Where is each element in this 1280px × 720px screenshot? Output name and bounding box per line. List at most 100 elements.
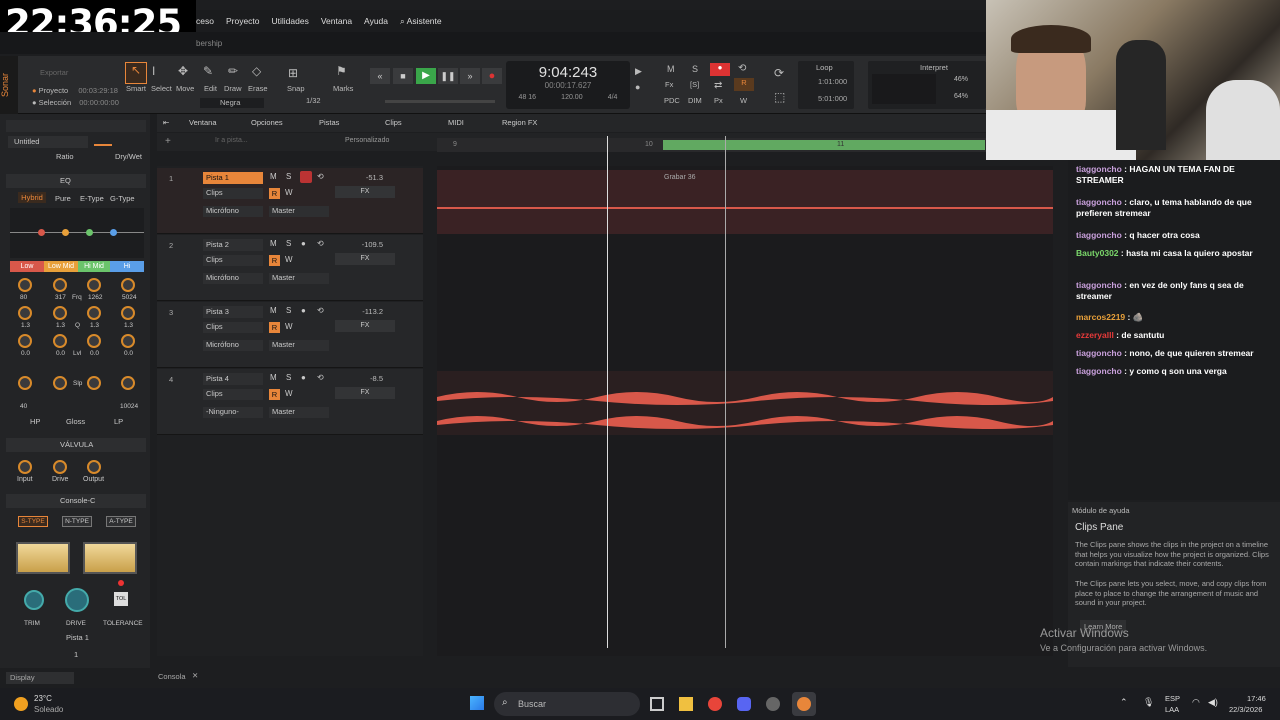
draw-tool-icon[interactable]: ✏ [228,64,238,78]
mute-button[interactable]: M [270,239,277,248]
meter-value[interactable]: 4/4 [608,94,618,101]
read-automation-button[interactable]: R [269,255,280,266]
tempo-value[interactable]: 120.00 [561,94,582,101]
q-knob-himid[interactable] [87,306,101,320]
eq-type-g[interactable]: G-Type [110,194,135,203]
fx-button[interactable]: Fx [665,80,673,89]
solo-button[interactable]: S [286,172,291,181]
track-name[interactable]: Pista 1 [203,172,263,184]
read-automation-button[interactable]: R [269,389,280,400]
solo-button[interactable]: S [286,306,291,315]
tool-smart[interactable]: Smart [126,84,146,93]
input-echo-icon[interactable]: ⟲ [317,239,324,248]
tool-draw[interactable]: Draw [224,84,242,93]
console-n-type[interactable]: N-TYPE [62,516,92,527]
export-button[interactable]: Exportar [40,68,68,77]
tv-menu-tracks[interactable]: Pistas [319,118,339,127]
preset-select[interactable]: Untitled [8,136,88,148]
loop-region[interactable] [663,140,985,150]
tool-edit[interactable]: Edit [204,84,217,93]
eq-node-low[interactable] [38,229,45,236]
ratio-slider[interactable] [94,144,112,146]
punch-icon[interactable]: ⬚ [774,90,785,104]
note-duration-select[interactable]: Negra [200,98,264,108]
lvl-knob-himid[interactable] [87,334,101,348]
menu-project[interactable]: Proyecto [226,16,260,26]
display-select[interactable]: Display [6,672,74,684]
play-icon[interactable]: ▶ [416,68,436,84]
menu-help[interactable]: Ayuda [364,16,388,26]
loop-start[interactable]: 1:01:000 [818,77,847,86]
goto-track-input[interactable]: Ir a pista... [215,137,248,144]
freq-knob-hi[interactable] [121,278,135,292]
close-icon[interactable]: ✕ [192,671,198,680]
solo-button[interactable]: S [286,239,291,248]
track-fx-bin[interactable]: FX [335,253,395,265]
r-button[interactable]: R [734,78,754,91]
pause-icon[interactable]: ❚❚ [438,68,458,84]
tv-menu-clips[interactable]: Clips [385,118,402,127]
arm-icon[interactable]: ● [301,373,306,382]
freq-knob-himid[interactable] [87,278,101,292]
eq-node-lowmid[interactable] [62,229,69,236]
snap-icon[interactable]: ⊞ [288,66,298,80]
eq-graph[interactable] [10,208,144,258]
tv-menu-window[interactable]: Ventana [189,118,217,127]
arm-button[interactable] [300,171,312,183]
clock-time[interactable]: 17:46 [1247,694,1266,703]
record-small-icon[interactable]: ● [635,82,640,92]
trim-knob[interactable] [24,590,44,610]
eq-node-hi[interactable] [110,229,117,236]
write-automation-button[interactable]: W [285,322,293,331]
lvl-knob-low[interactable] [18,334,32,348]
freq-knob-low[interactable] [18,278,32,292]
read-automation-button[interactable]: R [269,322,280,333]
clip-track4[interactable] [437,371,1053,435]
track-output-select[interactable]: Master [269,340,329,351]
task-view-icon[interactable] [650,697,664,711]
mute-button[interactable]: M [270,373,277,382]
console-a-type[interactable]: A-TYPE [106,516,136,527]
edit-tool-icon[interactable]: ✎ [203,64,213,78]
lvl-knob-lowmid[interactable] [53,334,67,348]
track-clips-select[interactable]: Clips [203,188,263,199]
console-tab[interactable]: Consola [158,672,186,681]
record-icon[interactable]: ● [482,68,502,84]
timeline-ruler[interactable]: 9 10 11 [437,138,986,152]
w-button[interactable]: W [740,96,747,105]
lp-button[interactable]: LP [114,417,123,426]
slope-knob-right[interactable] [87,376,101,390]
time-display[interactable]: 9:04:243 00:00:17.627 48 16 120.00 4/4 [506,61,630,109]
menu-assistant[interactable]: ⌕ Asistente [400,16,442,27]
lp-knob[interactable] [121,376,135,390]
stop-icon[interactable]: ■ [393,68,413,84]
freq-knob-lowmid[interactable] [53,278,67,292]
s-bracket-button[interactable]: [S] [690,80,699,89]
input-echo-icon[interactable]: ⟲ [317,172,324,181]
select-tool-icon[interactable]: I [152,64,155,78]
start-icon[interactable] [470,696,484,710]
input-echo-icon[interactable]: ⟲ [317,306,324,315]
tv-menu-midi[interactable]: MIDI [448,118,464,127]
track-fx-bin[interactable]: FX [335,387,395,399]
track-volume[interactable]: -109.5 [362,240,383,249]
track-name[interactable]: Pista 2 [203,239,263,251]
microphone-icon[interactable]: 🎙 [1143,697,1154,708]
dim-button[interactable]: DIM [688,96,702,105]
track-3[interactable]: 3 Pista 3 M S ● ⟲ -113.2 Clips R W Micró… [157,302,423,368]
clip-track1[interactable]: Grabar 36 [437,170,1053,234]
track-4[interactable]: 4 Pista 4 M S ● ⟲ -8.5 Clips R W -Ningun… [157,369,423,435]
eq-node-himid[interactable] [86,229,93,236]
gloss-button[interactable]: Gloss [66,417,85,426]
track-fx-bin[interactable]: FX [335,320,395,332]
pdc-button[interactable]: PDC [664,96,680,105]
clips-pane[interactable]: Grabar 36 [437,136,1053,656]
solo-button[interactable]: S [286,373,291,382]
eq-header[interactable]: EQ [6,174,146,188]
erase-tool-icon[interactable]: ◇ [252,64,261,78]
drive-knob[interactable] [65,588,89,612]
move-tool-icon[interactable]: ✥ [178,64,188,78]
track-input-select[interactable]: Micrófono [203,273,263,284]
track-name[interactable]: Pista 4 [203,373,263,385]
band-lowmid[interactable]: Low Mid [44,261,78,272]
